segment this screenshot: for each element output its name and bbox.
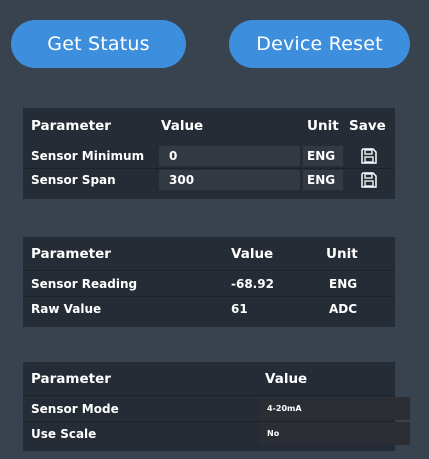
header-unit: Unit <box>307 118 339 134</box>
param-label: Sensor Reading <box>31 276 138 291</box>
table-row: Sensor Mode 4-20mA <box>23 395 410 422</box>
header-save: Save <box>349 118 386 134</box>
header-parameter: Parameter <box>31 370 111 387</box>
header-unit: Unit <box>326 245 358 262</box>
header-value: Value <box>265 370 308 387</box>
param-value: 61 <box>231 301 248 316</box>
param-label: Use Scale <box>31 426 97 441</box>
header-value: Value <box>161 118 204 134</box>
use-scale-select[interactable] <box>259 422 410 445</box>
param-label: Sensor Mode <box>31 401 119 416</box>
device-reset-button[interactable]: Device Reset <box>229 20 410 68</box>
header-value: Value <box>231 245 274 262</box>
sensor-minimum-input[interactable] <box>159 146 300 166</box>
param-value[interactable]: No <box>267 429 279 438</box>
get-status-button[interactable]: Get Status <box>11 20 186 68</box>
param-label: Sensor Span <box>31 173 116 187</box>
param-unit: ENG <box>307 173 336 187</box>
param-value[interactable]: 0 <box>169 149 177 163</box>
save-icon[interactable] <box>361 172 377 188</box>
param-label: Raw Value <box>31 301 102 316</box>
table-header-row: Parameter Value <box>23 362 395 395</box>
mode-table: Parameter Value Sensor Mode 4-20mA Use S… <box>23 362 410 451</box>
header-parameter: Parameter <box>31 245 111 262</box>
param-value: -68.92 <box>231 276 274 291</box>
table-row: Sensor Minimum 0 ENG <box>23 144 395 169</box>
table-row: Sensor Reading -68.92 ENG <box>23 270 395 297</box>
config-table: Parameter Value Unit Save Sensor Minimum… <box>23 108 395 199</box>
reading-table: Parameter Value Unit Sensor Reading -68.… <box>23 237 395 327</box>
param-value[interactable]: 4-20mA <box>267 404 302 413</box>
save-icon[interactable] <box>361 148 377 164</box>
param-label: Sensor Minimum <box>31 149 145 163</box>
table-header-row: Parameter Value Unit <box>23 237 395 270</box>
param-unit: ENG <box>329 276 358 291</box>
param-value[interactable]: 300 <box>169 173 194 187</box>
param-unit: ADC <box>329 301 358 316</box>
table-row: Raw Value 61 ADC <box>23 296 395 321</box>
table-row: Sensor Span 300 ENG <box>23 168 395 192</box>
table-header-row: Parameter Value Unit Save <box>23 108 395 144</box>
table-row: Use Scale No <box>23 421 410 446</box>
param-unit: ENG <box>307 149 336 163</box>
header-parameter: Parameter <box>31 118 111 134</box>
